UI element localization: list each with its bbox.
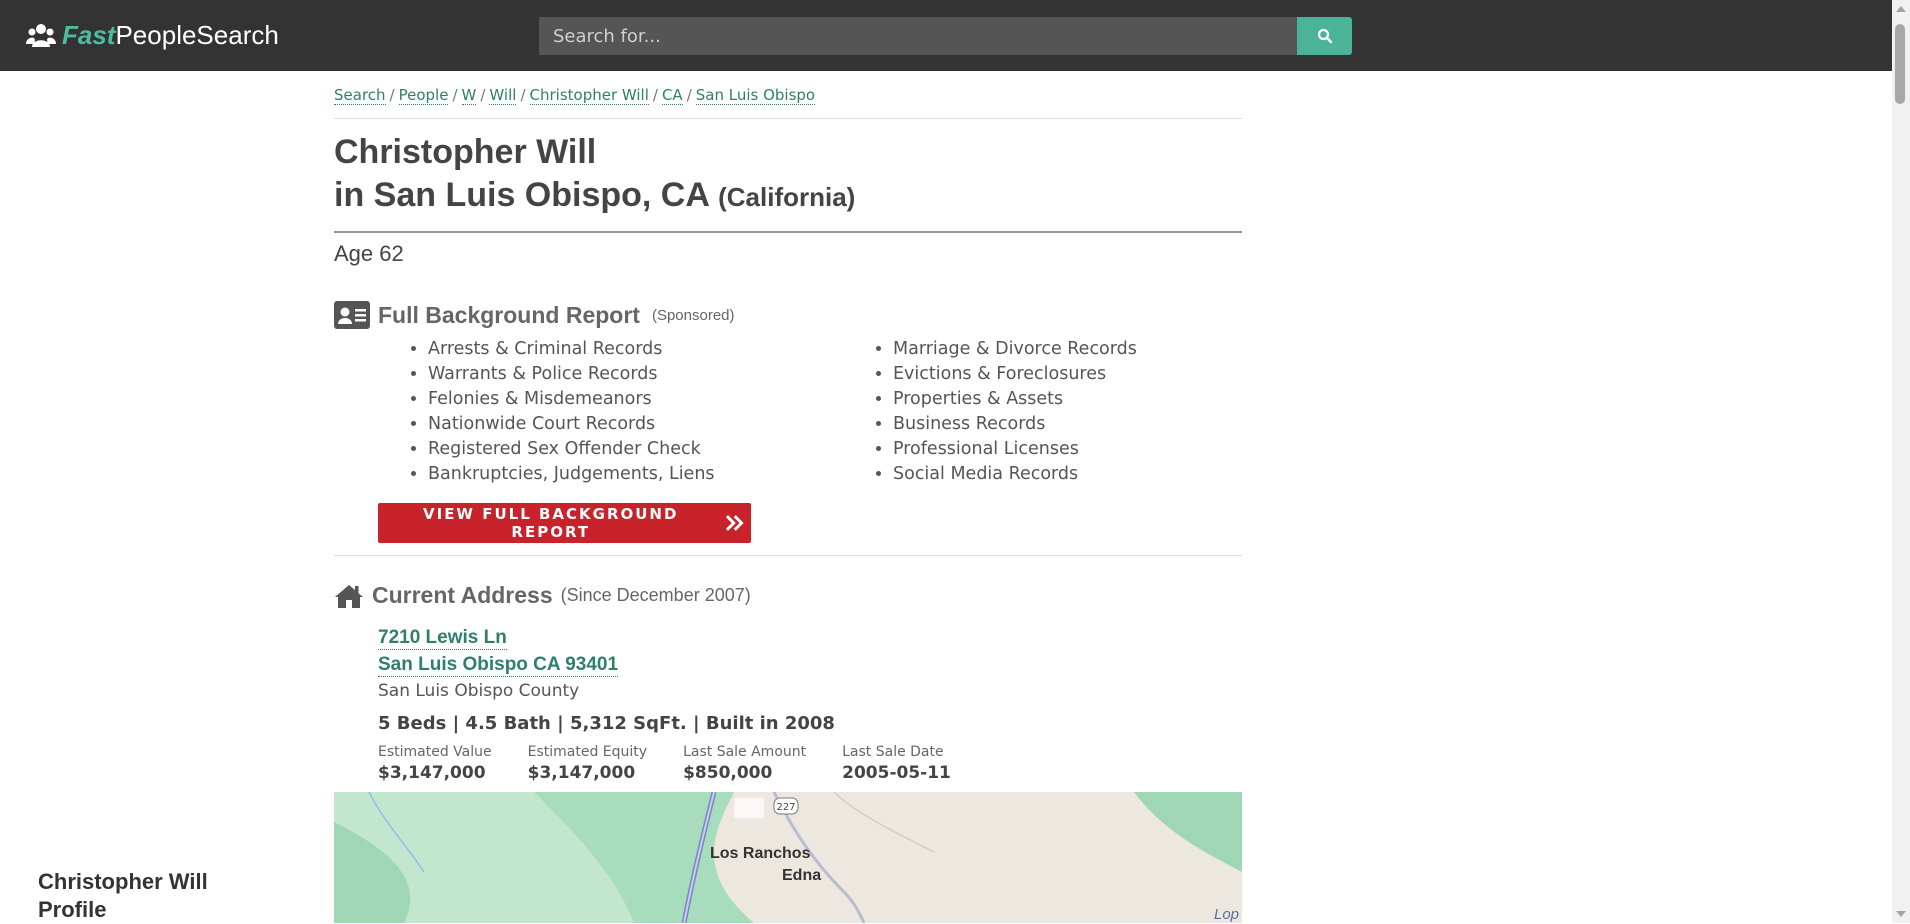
value-label: Estimated Value bbox=[378, 744, 492, 760]
current-address-heading: Current Address (Since December 2007) bbox=[334, 582, 1242, 609]
person-age: Age 62 bbox=[334, 241, 404, 266]
map-place-los-ranchos: Los Ranchos bbox=[710, 845, 811, 862]
main-content: Search / People / W / Will / Christopher Will / CA… bbox=[334, 71, 1242, 783]
search-icon bbox=[1317, 28, 1332, 44]
value-label: Last Sale Date bbox=[842, 744, 944, 760]
value-amount: $850,000 bbox=[683, 763, 773, 783]
id-card-icon bbox=[334, 301, 370, 329]
background-report-heading: Full Background Report (Sponsored) bbox=[334, 301, 1242, 329]
property-values: Estimated Value $3,147,000 Estimated Equ… bbox=[378, 744, 1242, 783]
address-since: (Since December 2007) bbox=[560, 585, 751, 605]
breadcrumb-city[interactable]: San Luis Obispo bbox=[695, 86, 816, 105]
address-county: San Luis Obispo County bbox=[378, 681, 580, 701]
value-amount: $3,147,000 bbox=[378, 763, 486, 783]
breadcrumb-state[interactable]: CA bbox=[661, 86, 683, 105]
map-canvas[interactable]: 227 Los Ranchos Edna Lop bbox=[334, 792, 1242, 923]
current-address-title: Current Address bbox=[372, 582, 553, 608]
address-details: 7210 Lewis Ln San Luis Obispo CA 93401 S… bbox=[378, 627, 1242, 783]
people-group-icon bbox=[26, 23, 56, 47]
report-button-label: VIEW FULL BACKGROUND REPORT bbox=[423, 505, 679, 541]
list-item: Professional Licenses bbox=[893, 437, 1242, 462]
breadcrumb: Search / People / W / Will / Christopher Will / CA… bbox=[334, 71, 1242, 119]
value-amount: $3,147,000 bbox=[527, 763, 636, 783]
breadcrumb-letter[interactable]: W bbox=[461, 86, 477, 105]
person-location: in San Luis Obispo, CA bbox=[334, 176, 709, 214]
person-name: Christopher Will bbox=[334, 133, 597, 171]
list-item: Marriage & Divorce Records bbox=[893, 337, 1242, 362]
logo-rest-text: PeopleSearch bbox=[115, 20, 279, 50]
logo-fast-text: Fast bbox=[62, 20, 116, 50]
list-item: Bankruptcies, Judgements, Liens bbox=[428, 462, 777, 487]
last-sale-date: Last Sale Date 2005-05-11 bbox=[842, 744, 951, 783]
breadcrumb-search[interactable]: Search bbox=[334, 86, 386, 105]
scroll-up-arrow-icon[interactable] bbox=[1896, 6, 1906, 12]
list-item: Properties & Assets bbox=[893, 387, 1242, 412]
person-state: (California) bbox=[718, 182, 856, 212]
map-place-edna: Edna bbox=[782, 867, 821, 884]
map-place-lop: Lop bbox=[1214, 906, 1239, 923]
vertical-scrollbar[interactable] bbox=[1892, 0, 1910, 923]
section-divider bbox=[334, 555, 1242, 556]
list-item: Felonies & Misdemeanors bbox=[428, 387, 777, 412]
breadcrumb-separator: / bbox=[520, 86, 526, 104]
list-item: Social Media Records bbox=[893, 462, 1242, 487]
breadcrumb-full-name[interactable]: Christopher Will bbox=[529, 86, 649, 105]
list-item: Nationwide Court Records bbox=[428, 412, 777, 437]
report-features-right: Marriage & Divorce Records Evictions & F… bbox=[777, 337, 1242, 487]
estimated-value: Estimated Value $3,147,000 bbox=[378, 744, 492, 783]
view-full-background-report-button[interactable]: VIEW FULL BACKGROUND REPORT bbox=[378, 503, 751, 543]
title-divider bbox=[334, 231, 1242, 233]
top-navigation-bar: Fast PeopleSearch bbox=[0, 0, 1892, 71]
report-feature-lists: Arrests & Criminal Records Warrants & Po… bbox=[334, 337, 1242, 487]
list-item: Evictions & Foreclosures bbox=[893, 362, 1242, 387]
double-chevron-right-icon bbox=[726, 515, 745, 531]
value-label: Last Sale Amount bbox=[683, 744, 807, 760]
address-street-link[interactable]: 7210 Lewis Ln bbox=[378, 627, 507, 650]
address-city-link[interactable]: San Luis Obispo CA 93401 bbox=[378, 654, 619, 677]
last-sale-amount: Last Sale Amount $850,000 bbox=[683, 744, 806, 783]
search-input[interactable] bbox=[539, 17, 1297, 55]
list-item: Business Records bbox=[893, 412, 1242, 437]
breadcrumb-separator: / bbox=[389, 86, 395, 104]
scroll-thumb[interactable] bbox=[1895, 24, 1905, 104]
home-icon bbox=[335, 584, 363, 608]
value-amount: 2005-05-11 bbox=[842, 763, 951, 783]
report-features-left: Arrests & Criminal Records Warrants & Po… bbox=[334, 337, 777, 487]
list-item: Warrants & Police Records bbox=[428, 362, 777, 387]
sidebar-profile-title: Christopher Will Profile bbox=[38, 869, 208, 922]
breadcrumb-separator: / bbox=[686, 86, 692, 104]
list-item: Registered Sex Offender Check bbox=[428, 437, 777, 462]
breadcrumb-surname[interactable]: Will bbox=[489, 86, 517, 105]
background-report-title: Full Background Report bbox=[378, 301, 640, 328]
breadcrumb-people[interactable]: People bbox=[398, 86, 449, 105]
estimated-equity: Estimated Equity $3,147,000 bbox=[528, 744, 647, 783]
breadcrumb-separator: / bbox=[480, 86, 486, 104]
value-label: Estimated Equity bbox=[527, 744, 648, 760]
list-item: Arrests & Criminal Records bbox=[428, 337, 777, 362]
sponsored-label: (Sponsored) bbox=[651, 306, 735, 324]
site-logo[interactable]: Fast PeopleSearch bbox=[26, 20, 279, 51]
map-route-label: 227 bbox=[776, 802, 795, 813]
property-specs: 5 Beds | 4.5 Bath | 5,312 SqFt. | Built … bbox=[378, 713, 835, 734]
scroll-down-arrow-icon[interactable] bbox=[1896, 911, 1906, 917]
page-title: Christopher Will in San Luis Obispo, CA … bbox=[334, 131, 1242, 219]
breadcrumb-separator: / bbox=[652, 86, 658, 104]
address-map[interactable]: 227 Los Ranchos Edna Lop bbox=[334, 792, 1242, 923]
breadcrumb-separator: / bbox=[452, 86, 458, 104]
search-button[interactable] bbox=[1297, 17, 1352, 55]
